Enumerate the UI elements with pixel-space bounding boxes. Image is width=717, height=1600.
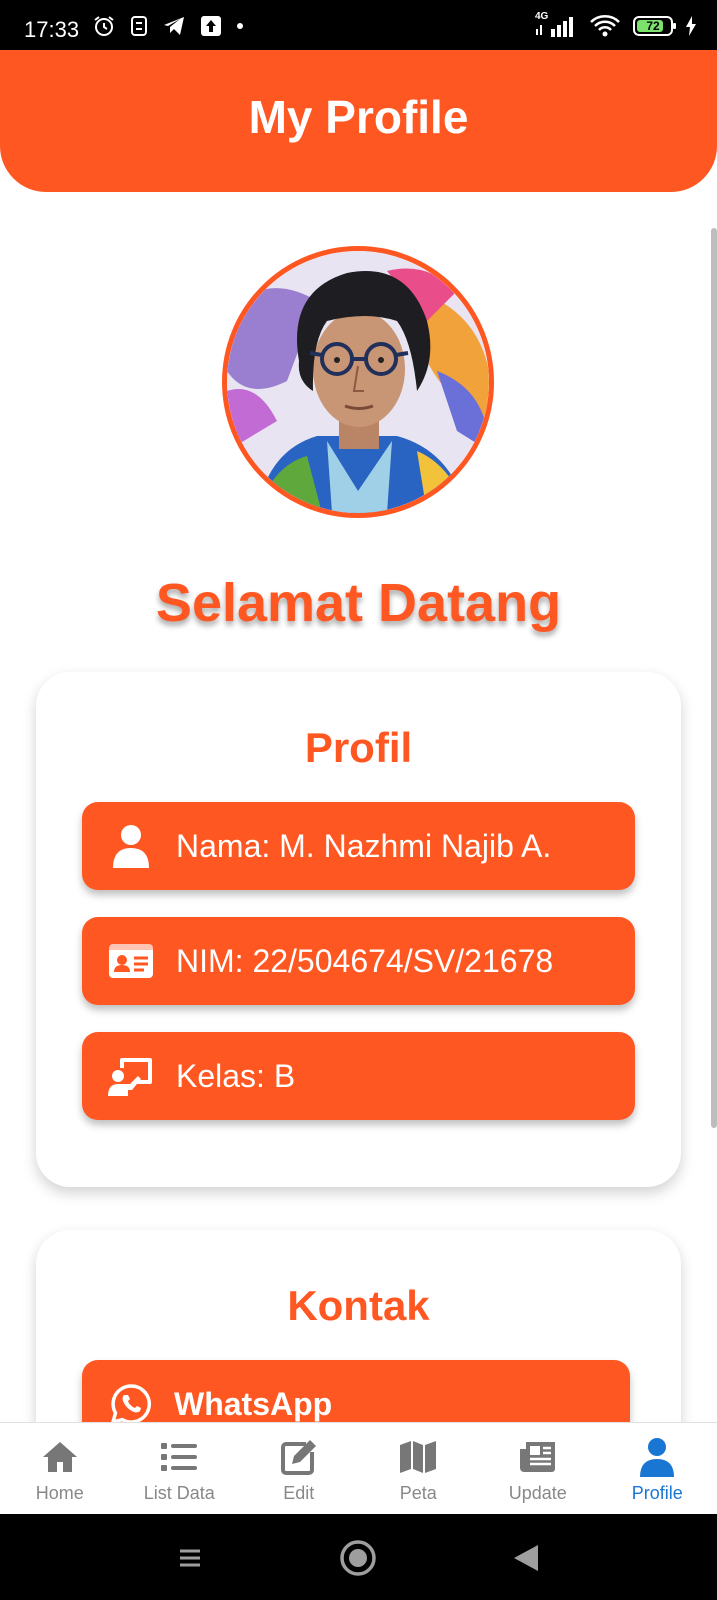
nim-text: NIM: 22/504674/SV/21678 — [176, 942, 554, 979]
home-circle-icon[interactable] — [338, 1538, 378, 1578]
system-navigation-bar — [0, 1514, 717, 1600]
battery-icon: 72 — [633, 16, 676, 36]
nav-profile[interactable]: Profile — [598, 1423, 717, 1514]
edit-icon — [279, 1437, 319, 1477]
notification-icons — [92, 14, 244, 38]
person-icon — [108, 823, 154, 869]
newspaper-icon — [518, 1437, 558, 1477]
id-card-icon — [108, 938, 154, 984]
profil-title: Profil — [304, 724, 413, 771]
nav-update-label: Update — [508, 1483, 567, 1503]
nav-edit[interactable]: Edit — [239, 1423, 359, 1514]
status-bar: 17:33 4G 72 — [0, 0, 717, 50]
charging-icon — [685, 16, 697, 36]
avatar-illustration — [227, 251, 489, 513]
bottom-navigation: Home List Data Edit Peta Update Profile — [0, 1422, 717, 1514]
kelas-text: Kelas: B — [176, 1057, 296, 1094]
system-icons: 4G 72 — [533, 11, 697, 38]
whatsapp-text: WhatsApp — [174, 1385, 333, 1422]
nav-list-data[interactable]: List Data — [120, 1423, 240, 1514]
user-icon — [637, 1437, 677, 1477]
telegram-icon — [162, 15, 186, 37]
menu-icon[interactable] — [170, 1538, 210, 1578]
nav-update[interactable]: Update — [478, 1423, 598, 1514]
dot-icon — [236, 22, 244, 30]
kelas-button[interactable]: Kelas: B — [82, 1032, 635, 1120]
whatsapp-icon — [108, 1381, 154, 1422]
avatar — [222, 246, 494, 518]
welcome-heading: Selamat Datang — [155, 573, 562, 633]
nav-peta-label: Peta — [399, 1483, 437, 1503]
alarm-icon — [92, 14, 116, 38]
vpn-icon — [130, 15, 148, 37]
back-icon[interactable] — [506, 1538, 546, 1578]
kontak-card: Kontak WhatsApp — [36, 1230, 681, 1422]
kontak-title: Kontak — [287, 1282, 430, 1329]
nav-home-label: Home — [35, 1483, 84, 1503]
list-icon — [159, 1437, 199, 1477]
status-time: 17:33 — [24, 17, 80, 42]
signal-icon: 4G — [533, 11, 577, 37]
nav-home[interactable]: Home — [0, 1423, 120, 1514]
nav-profile-label: Profile — [631, 1483, 683, 1503]
network-type: 4G — [535, 11, 549, 22]
nim-button[interactable]: NIM: 22/504674/SV/21678 — [82, 917, 635, 1005]
upload-icon — [200, 15, 222, 37]
profile-scroll-area[interactable]: Selamat Datang Profil Nama: M. Nazhmi Na… — [0, 192, 717, 1422]
app-header: My Profile — [0, 50, 717, 192]
whatsapp-button[interactable]: WhatsApp — [82, 1360, 630, 1422]
nav-peta[interactable]: Peta — [359, 1423, 479, 1514]
classroom-icon — [108, 1053, 154, 1099]
nav-edit-label: Edit — [283, 1483, 315, 1503]
page-title: My Profile — [248, 91, 469, 143]
scrollbar[interactable] — [711, 228, 717, 1128]
map-icon — [398, 1437, 438, 1477]
nama-text: Nama: M. Nazhmi Najib A. — [176, 827, 552, 864]
nav-list-data-label: List Data — [143, 1483, 215, 1503]
wifi-icon — [589, 14, 621, 38]
battery-level: 72 — [646, 19, 660, 33]
home-icon — [40, 1437, 80, 1477]
nama-button[interactable]: Nama: M. Nazhmi Najib A. — [82, 802, 635, 890]
profil-card: Profil Nama: M. Nazhmi Najib A. NIM: 22/… — [36, 672, 681, 1187]
